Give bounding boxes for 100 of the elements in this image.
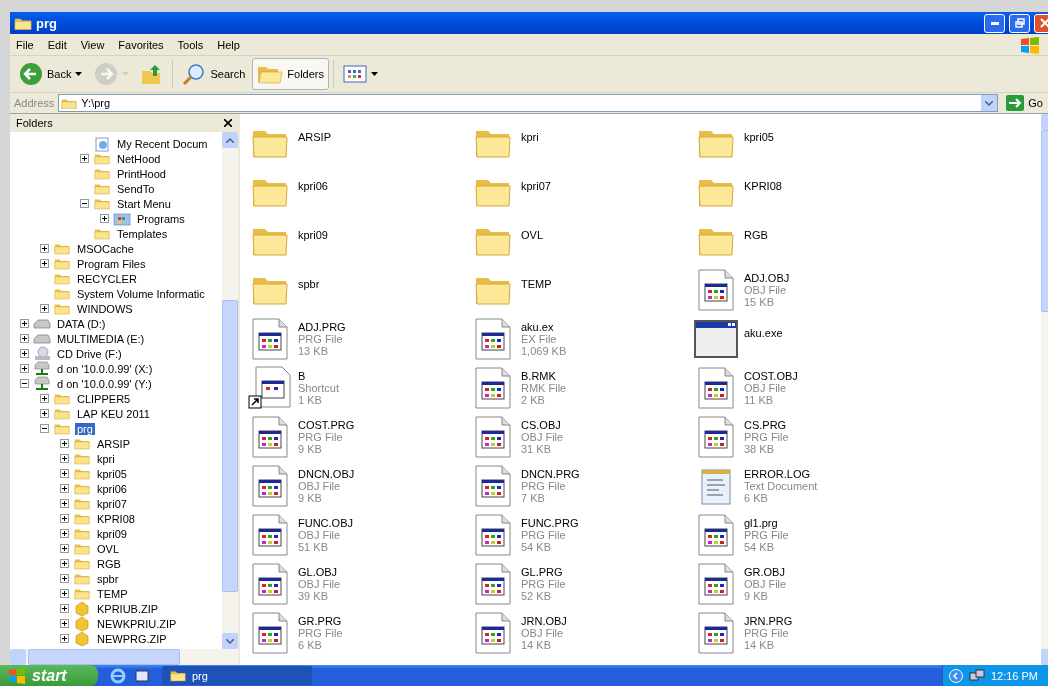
folder-name[interactable]: KPRI08 <box>744 172 782 211</box>
chevron-icon[interactable] <box>948 668 963 683</box>
tree-item[interactable]: d on '10.0.0.99' (X:) <box>55 362 155 375</box>
expand-icon[interactable] <box>60 559 69 568</box>
expand-icon[interactable] <box>40 244 49 253</box>
tree-item[interactable]: kpri07 <box>95 497 129 510</box>
menu-item[interactable]: Favorites <box>118 38 172 51</box>
tree-item[interactable]: spbr <box>95 572 121 585</box>
tree-item[interactable]: NEWPRG.ZIP <box>95 632 169 645</box>
file-name[interactable]: ERROR.LOG <box>744 467 818 480</box>
file-name[interactable]: CS.PRG <box>744 418 789 431</box>
tree-item[interactable]: SendTo <box>115 182 157 195</box>
expand-icon[interactable] <box>20 364 29 373</box>
expand-icon[interactable] <box>40 394 49 403</box>
menu-item[interactable]: View <box>80 38 113 51</box>
tree-item[interactable]: Programs <box>135 212 187 225</box>
expand-icon[interactable] <box>60 529 69 538</box>
file-name[interactable]: B <box>298 369 339 382</box>
expand-icon[interactable] <box>100 214 109 223</box>
tree-item[interactable]: Start Menu <box>115 197 173 210</box>
file-name[interactable]: GR.OBJ <box>744 565 787 578</box>
file-name[interactable]: GL.PRG <box>521 565 566 578</box>
expand-icon[interactable] <box>60 499 69 508</box>
browser-icon[interactable] <box>110 667 126 684</box>
file-name[interactable]: aku.ex <box>521 320 567 333</box>
expand-icon[interactable] <box>20 319 29 328</box>
collapse-icon[interactable] <box>40 424 49 433</box>
file-name[interactable]: ADJ.OBJ <box>744 271 790 284</box>
menu-item[interactable]: Tools <box>177 38 212 51</box>
tree-item[interactable]: WINDOWS <box>75 302 135 315</box>
collapse-icon[interactable] <box>20 379 29 388</box>
folder-name[interactable]: kpri05 <box>744 123 774 162</box>
tree-item[interactable]: MSOCache <box>75 242 136 255</box>
tree-item[interactable]: kpri <box>95 452 117 465</box>
expand-icon[interactable] <box>60 469 69 478</box>
expand-icon[interactable] <box>60 604 69 613</box>
folder-name[interactable]: spbr <box>298 270 320 309</box>
dropdown-button[interactable] <box>981 95 998 111</box>
file-name[interactable]: FUNC.OBJ <box>298 516 353 529</box>
file-name[interactable]: ADJ.PRG <box>298 320 346 333</box>
tree-item[interactable]: Templates <box>115 227 170 240</box>
expand-icon[interactable] <box>60 514 69 523</box>
tree-item[interactable]: CLIPPER5 <box>75 392 133 405</box>
tree-item[interactable]: KPRI08 <box>95 512 137 525</box>
tree-item[interactable]: LAP KEU 2011 <box>75 407 152 420</box>
tree-item[interactable]: PrintHood <box>115 167 168 180</box>
minimize-button[interactable] <box>984 13 1005 33</box>
tree-item[interactable]: RECYCLER <box>75 272 139 285</box>
restore-button[interactable] <box>1009 13 1030 33</box>
tree-item[interactable]: prg <box>75 422 95 435</box>
folder-name[interactable]: kpri07 <box>521 172 551 211</box>
tree-item[interactable]: System Volume Informatic <box>75 287 207 300</box>
tree-item[interactable]: TEMP <box>95 587 130 600</box>
expand-icon[interactable] <box>60 574 69 583</box>
expand-icon[interactable] <box>40 259 49 268</box>
folder-name[interactable]: kpri <box>521 123 539 162</box>
tree-item[interactable]: NetHood <box>115 152 163 165</box>
expand-icon[interactable] <box>60 439 69 448</box>
back-button[interactable]: Back <box>14 58 88 90</box>
tree-item[interactable]: NEWKPRIU.ZIP <box>95 617 179 630</box>
expand-icon[interactable] <box>80 154 89 163</box>
desktop-icon[interactable] <box>134 667 150 684</box>
file-name[interactable]: gl1.prg <box>744 516 789 529</box>
file-name[interactable]: aku.exe <box>744 319 783 358</box>
folder-name[interactable]: ARSIP <box>298 123 331 162</box>
tree-item[interactable]: RGB <box>95 557 123 570</box>
expand-icon[interactable] <box>20 349 29 358</box>
tree-item[interactable]: DATA (D:) <box>55 317 108 330</box>
address-field[interactable]: Y:\prg <box>58 94 999 112</box>
expand-icon[interactable] <box>40 304 49 313</box>
file-name[interactable]: COST.PRG <box>298 418 355 431</box>
tree-item[interactable]: ARSIP <box>95 437 132 450</box>
expand-icon[interactable] <box>60 619 69 628</box>
scrollbar[interactable] <box>222 132 238 649</box>
tree-item[interactable]: Program Files <box>75 257 148 270</box>
folder-name[interactable]: RGB <box>744 221 768 260</box>
menu-item[interactable]: Edit <box>47 38 75 51</box>
file-name[interactable]: B.RMK <box>521 369 567 382</box>
close-icon[interactable] <box>224 119 232 127</box>
go-button[interactable]: Go <box>1002 95 1048 111</box>
taskbar-button[interactable]: prg <box>162 666 312 685</box>
file-name[interactable]: DNCN.PRG <box>521 467 580 480</box>
menu-item[interactable]: Help <box>217 38 248 51</box>
file-name[interactable]: DNCN.OBJ <box>298 467 355 480</box>
network-icon[interactable] <box>968 668 985 683</box>
tree-item[interactable]: kpri05 <box>95 467 129 480</box>
tree-item[interactable]: kpri06 <box>95 482 129 495</box>
folder-name[interactable]: kpri06 <box>298 172 328 211</box>
folder-name[interactable]: OVL <box>521 221 543 260</box>
expand-icon[interactable] <box>60 454 69 463</box>
close-button[interactable] <box>1034 13 1048 33</box>
search-button[interactable]: Search <box>177 58 251 90</box>
file-name[interactable]: CS.OBJ <box>521 418 564 431</box>
expand-icon[interactable] <box>60 484 69 493</box>
folder-name[interactable]: TEMP <box>521 270 552 309</box>
file-name[interactable]: JRN.PRG <box>744 614 793 627</box>
folders-button[interactable]: Folders <box>252 58 329 90</box>
expand-icon[interactable] <box>40 409 49 418</box>
tree-item[interactable]: kpri09 <box>95 527 129 540</box>
expand-icon[interactable] <box>60 589 69 598</box>
